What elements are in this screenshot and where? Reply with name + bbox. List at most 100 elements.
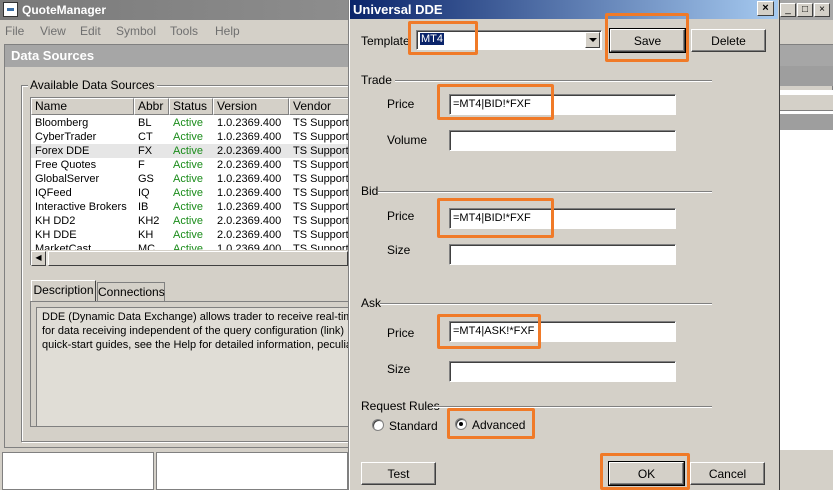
trade-volume-field[interactable] [449,130,676,151]
table-row[interactable]: Bloomberg BL Active 1.0.2369.400 TS Support [31,116,350,130]
cell-name: Forex DDE [35,145,90,157]
table-row[interactable]: Free Quotes F Active 2.0.2369.400 TS Support [31,158,350,172]
ask-price-field[interactable]: =MT4|ASK!*FXF [449,321,676,342]
cell-name: Bloomberg [35,117,89,129]
table-row[interactable]: CyberTrader CT Active 1.0.2369.400 TS Suppor… [31,130,350,144]
cell-vendor: TS Support [293,145,349,157]
tab-connections[interactable]: Connections [97,282,165,302]
menu-edit[interactable]: Edit [80,24,101,38]
menu-help[interactable]: Help [215,24,240,38]
cell-status: Active [173,145,203,157]
test-button[interactable]: Test [361,462,436,485]
cell-status: Active [173,131,203,143]
standard-radio-label[interactable]: Standard [389,419,438,433]
cell-abbr: FX [138,145,153,157]
menu-view[interactable]: View [40,24,66,38]
trade-heading: Trade [361,73,392,87]
cancel-button[interactable]: Cancel [690,462,765,485]
ask-separator [380,303,712,305]
template-value: MT4 [420,33,444,45]
data-sources-title: Data Sources [11,48,95,63]
ok-button[interactable]: OK [608,461,685,486]
ask-size-label: Size [387,362,411,376]
column-header-status[interactable]: Status [169,98,213,115]
cell-abbr: GS [138,173,154,185]
cell-version: 1.0.2369.400 [217,117,282,129]
bid-heading: Bid [361,184,379,198]
template-combobox[interactable]: MT4 [416,30,602,50]
cell-abbr: F [138,159,145,171]
cell-version: 2.0.2369.400 [217,145,282,157]
close-button[interactable]: × [814,3,830,17]
bid-separator [378,191,712,193]
bid-size-label: Size [387,243,411,257]
advanced-radio-label[interactable]: Advanced [472,418,525,432]
scroll-thumb[interactable] [48,251,348,266]
maximize-button[interactable]: □ [797,3,813,17]
data-sources-list[interactable]: Name Abbr Status Version Vendor Bloomber… [30,97,350,265]
advanced-radio[interactable] [455,418,467,430]
ask-price-label: Price [387,326,415,340]
cell-status: Active [173,229,203,241]
cell-name: IQFeed [35,187,72,199]
cell-vendor: TS Support [293,173,349,185]
cell-version: 2.0.2369.400 [217,215,282,227]
cell-version: 1.0.2369.400 [217,131,282,143]
cell-vendor: TS Support [293,229,349,241]
cell-abbr: IB [138,201,149,213]
cell-version: 1.0.2369.400 [217,187,282,199]
trade-price-field[interactable]: =MT4|BID!*FXF [449,94,676,115]
cell-abbr: IQ [138,187,150,199]
dde-titlebar[interactable]: Universal DDE [350,0,778,19]
trade-volume-label: Volume [387,133,428,147]
cell-abbr: KH2 [138,215,160,227]
cell-version: 2.0.2369.400 [217,159,282,171]
menu-symbol[interactable]: Symbol [116,24,156,38]
cell-status: Active [173,201,203,213]
menu-tools[interactable]: Tools [170,24,198,38]
description-text: DDE (Dynamic Data Exchange) allows trade… [36,307,352,427]
cell-name: CyberTrader [35,131,97,143]
cell-version: 2.0.2369.400 [217,229,282,241]
bid-price-field[interactable]: =MT4|BID!*FXF [449,208,676,229]
dde-close-icon[interactable]: × [757,1,774,16]
quotemanager-app-icon [3,2,18,17]
column-header-vendor[interactable]: Vendor [289,98,350,115]
table-row[interactable]: KH DD2 KH2 Active 2.0.2369.400 TS Support [31,214,350,228]
table-row[interactable]: Interactive Brokers IB Active 1.0.2369.400 T… [31,200,350,214]
table-row[interactable]: IQFeed IQ Active 1.0.2369.400 TS Support [31,186,350,200]
table-row[interactable]: GlobalServer GS Active 1.0.2369.400 TS Suppo… [31,172,350,186]
column-header-version[interactable]: Version [213,98,289,115]
chevron-down-icon[interactable] [585,32,600,48]
scroll-left-arrow-icon[interactable]: ◀ [31,251,46,266]
list-horizontal-scrollbar[interactable]: ◀ [31,250,350,266]
cell-version: 1.0.2369.400 [217,201,282,213]
ask-size-field[interactable] [449,361,676,382]
background-list-selected-row [778,114,833,130]
cell-name: Free Quotes [35,159,97,171]
statusbar [0,452,349,490]
tab-description[interactable]: Description [31,280,96,302]
column-header-name[interactable]: Name [31,98,134,115]
minimize-button[interactable]: _ [780,3,796,17]
bid-size-field[interactable] [449,244,676,265]
description-line: for data receiving independent of the qu… [42,325,345,337]
background-list-header [778,95,833,111]
cell-vendor: TS Support [293,159,349,171]
template-label: Template [361,34,410,48]
save-button[interactable]: Save [609,28,686,53]
table-row[interactable]: KH DDE KH Active 2.0.2369.400 TS Support [31,228,350,242]
standard-radio[interactable] [372,419,384,431]
cell-vendor: TS Support [293,201,349,213]
cell-vendor: TS Support [293,187,349,199]
delete-button[interactable]: Delete [691,29,766,52]
column-header-abbr[interactable]: Abbr [134,98,169,115]
cell-version: 1.0.2369.400 [217,173,282,185]
menu-file[interactable]: File [5,24,24,38]
table-row[interactable]: Forex DDE FX Active 2.0.2369.400 TS Support [31,144,350,158]
cell-status: Active [173,117,203,129]
description-line: quick-start guides, see the Help for det… [42,339,352,351]
available-sources-label: Available Data Sources [28,78,157,92]
dde-title: Universal DDE [353,2,443,17]
cell-name: Interactive Brokers [35,201,127,213]
